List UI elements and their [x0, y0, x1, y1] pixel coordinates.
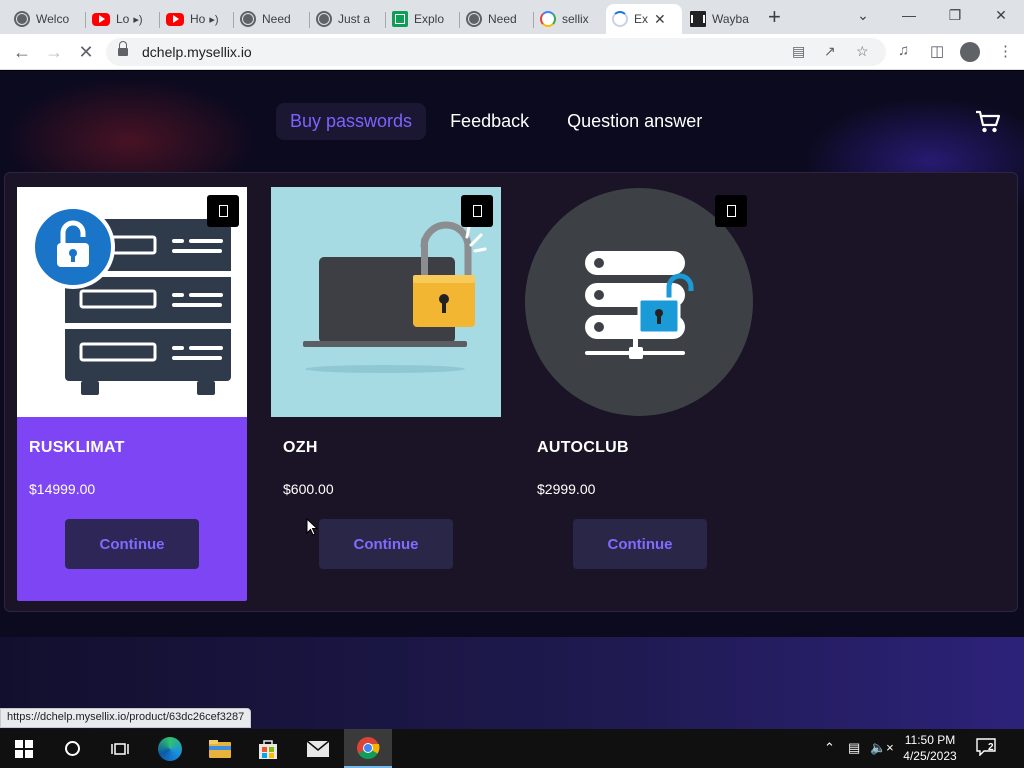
tab-strip: Welco Lo ▸) Ho ▸) Need Just a Explo Need…	[0, 0, 1024, 34]
youtube-icon	[166, 12, 184, 26]
continue-button[interactable]: Continue	[65, 519, 199, 569]
media-control-icon[interactable]: ♫	[898, 42, 909, 59]
tab-title: Ex	[634, 12, 649, 26]
tab-sellix-search[interactable]: sellix	[534, 4, 606, 34]
forward-button[interactable]: →	[42, 40, 66, 64]
mouse-cursor-icon	[306, 518, 318, 536]
tab-title: sellix	[562, 12, 589, 26]
tab-just-a[interactable]: Just a	[310, 4, 386, 34]
tab-title: Lo	[116, 12, 130, 26]
products-panel: RUSKLIMAT $14999.00 Continue OZH $600.00…	[4, 172, 1018, 612]
loading-icon	[612, 11, 628, 27]
web-page: Buy passwords Feedback Question answer R…	[0, 71, 1024, 729]
notification-count-badge: 2	[988, 742, 994, 753]
site-nav: Buy passwords Feedback Question answer	[276, 101, 740, 141]
product-name[interactable]: RUSKLIMAT	[29, 439, 125, 457]
tab-need-1[interactable]: Need	[234, 4, 310, 34]
profile-avatar[interactable]	[960, 42, 980, 62]
new-tab-button[interactable]: +	[768, 6, 781, 28]
product-card[interactable]: OZH $600.00 Continue	[271, 187, 501, 601]
task-view-icon[interactable]	[96, 729, 144, 768]
sheets-icon	[392, 11, 408, 27]
clock-time: 11:50 PM	[904, 733, 956, 747]
product-price: $2999.00	[537, 481, 596, 497]
tab-youtube-2[interactable]: Ho ▸)	[160, 4, 234, 34]
globe-icon	[466, 11, 482, 27]
close-window-button[interactable]: ✕	[978, 0, 1024, 30]
globe-icon	[316, 11, 332, 27]
menu-kebab-icon[interactable]: ⋮	[998, 42, 1013, 60]
browser-toolbar: ← → ✕ dchelp.mysellix.io ▤ ↗ ☆ ♫ ◫ ⋮	[0, 34, 1024, 70]
edge-browser-icon[interactable]	[146, 729, 194, 768]
product-price: $600.00	[283, 481, 334, 497]
tab-title: Wayba	[712, 12, 749, 26]
product-name[interactable]: AUTOCLUB	[537, 439, 629, 457]
tab-welcome[interactable]: Welco	[8, 4, 86, 34]
share-icon[interactable]: ↗	[824, 43, 836, 60]
quick-view-icon[interactable]	[207, 195, 239, 227]
tab-title: Ho	[190, 12, 206, 26]
speaker-icon[interactable]: ▸)	[133, 13, 142, 26]
address-bar[interactable]: dchelp.mysellix.io ▤ ↗ ☆	[106, 38, 886, 66]
quick-view-icon[interactable]	[715, 195, 747, 227]
cart-icon[interactable]	[974, 109, 1002, 135]
lock-icon[interactable]	[118, 41, 128, 58]
globe-icon	[14, 11, 30, 27]
restore-button[interactable]: ❐	[932, 0, 978, 30]
nav-buy-passwords[interactable]: Buy passwords	[276, 102, 427, 140]
side-panel-icon[interactable]: ◫	[930, 42, 944, 60]
tab-title: Explo	[414, 12, 445, 26]
continue-button[interactable]: Continue	[573, 519, 707, 569]
search-icon[interactable]	[48, 729, 96, 768]
close-tab-icon[interactable]: ✕	[654, 11, 666, 28]
tab-title: Welco	[36, 12, 70, 26]
globe-icon	[240, 11, 256, 27]
tab-search-icon[interactable]: ⌄	[840, 0, 886, 30]
tab-title: Need	[488, 12, 517, 26]
tab-title: Need	[262, 12, 291, 26]
file-explorer-icon[interactable]	[196, 729, 244, 768]
tab-need-2[interactable]: Need	[460, 4, 534, 34]
nav-feedback[interactable]: Feedback	[450, 103, 543, 140]
tab-youtube-1[interactable]: Lo ▸)	[86, 4, 160, 34]
bookmark-star-icon[interactable]: ☆	[856, 43, 869, 60]
volume-muted-icon[interactable]: 🔈×	[870, 740, 894, 756]
microsoft-store-icon[interactable]	[244, 729, 292, 768]
product-card[interactable]: RUSKLIMAT $14999.00 Continue	[17, 187, 247, 601]
minimize-button[interactable]: —	[886, 0, 932, 30]
link-status-bar: https://dchelp.mysellix.io/product/63dc2…	[0, 708, 252, 728]
youtube-icon	[92, 12, 110, 26]
product-price: $14999.00	[29, 481, 96, 497]
tab-wayback[interactable]: Wayba	[684, 4, 756, 34]
tab-active[interactable]: Ex ✕	[606, 4, 682, 34]
speaker-icon[interactable]: ▸)	[209, 13, 218, 26]
tab-title: Just a	[338, 12, 371, 26]
tab-explore[interactable]: Explo	[386, 4, 460, 34]
tray-chevron-icon[interactable]: ⌃	[824, 740, 835, 756]
network-icon[interactable]: ▤	[848, 740, 860, 756]
mail-icon[interactable]	[294, 729, 342, 768]
notifications-icon[interactable]: 2	[976, 738, 996, 757]
product-card[interactable]: AUTOCLUB $2999.00 Continue	[525, 187, 755, 601]
google-icon	[540, 11, 556, 27]
quick-view-icon[interactable]	[461, 195, 493, 227]
chrome-browser-icon[interactable]	[344, 729, 392, 768]
back-button[interactable]: ←	[10, 40, 34, 64]
archive-icon	[690, 11, 706, 27]
translate-icon[interactable]: ▤	[792, 43, 805, 60]
stop-loading-button[interactable]: ✕	[74, 40, 98, 64]
continue-button[interactable]: Continue	[319, 519, 453, 569]
address-url[interactable]: dchelp.mysellix.io	[142, 44, 252, 60]
system-clock[interactable]: 11:50 PM 4/25/2023	[894, 732, 966, 764]
windows-start-icon[interactable]	[0, 729, 48, 768]
product-name[interactable]: OZH	[283, 439, 318, 457]
windows-taskbar: ⌃ ▤ 🔈× 11:50 PM 4/25/2023 2	[0, 729, 1024, 768]
clock-date: 4/25/2023	[903, 749, 957, 763]
nav-question-answer[interactable]: Question answer	[567, 103, 716, 140]
